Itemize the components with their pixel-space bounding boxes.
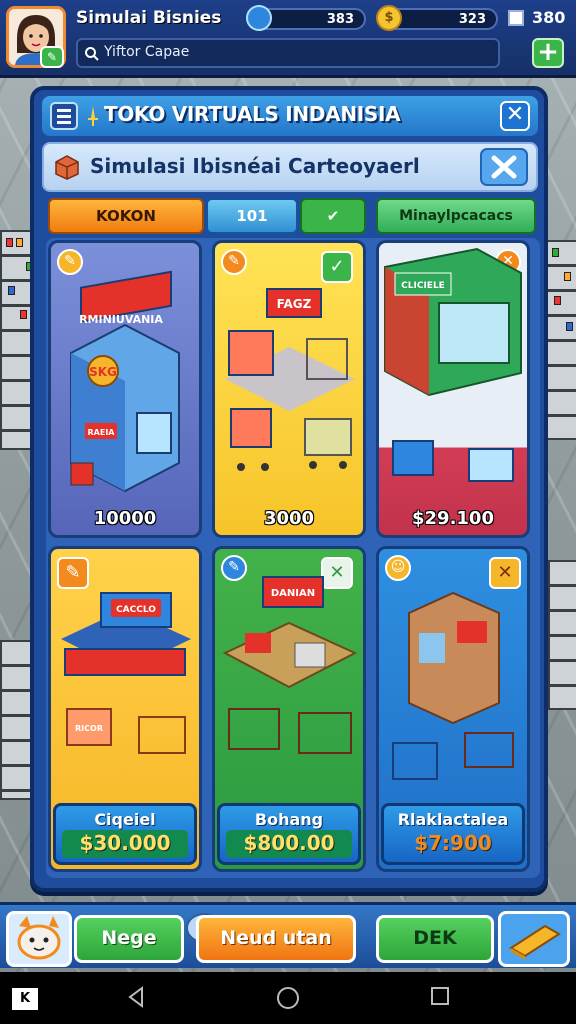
shop-counter-illustration: DANIAN [222,576,358,754]
shop-card-4[interactable]: ✎ CACCLO RICOR Ciqeiel $30.000 [48,546,202,872]
kiosk-illustration [392,591,514,780]
shop-card-2[interactable]: ✎ ✓ FAGZ 3000 [212,240,366,538]
system-nav-bar: K [0,972,576,1024]
shop-grid: ✎ RMINIUVANIA SKG RAEIA 10000 ✎ ✓ FAGZ 3… [46,238,540,878]
card-price: 3000 [263,508,315,529]
shop-card-5[interactable]: ✎ ✕ DANIAN Bohang $800.00 [212,546,366,872]
gem-icon [246,5,272,31]
card-label: Rlaklactalea [397,810,509,829]
box-icon [55,155,79,180]
card-label: Bohang [254,810,324,829]
cash-button[interactable] [498,911,570,967]
home-icon[interactable] [276,986,300,1010]
wrench-icon: ✔ [326,207,340,225]
coin-counter: 323 [386,8,498,30]
supermarket-sign-text: CLICIELE [401,281,445,291]
booth-sign-text: CACCLO [116,605,156,615]
app-logo-icon: K [12,988,38,1010]
add-button[interactable]: + [532,38,564,68]
mascot-button[interactable] [6,911,72,967]
market-booth-illustration: CACCLO RICOR [61,592,191,754]
panel-subtitle: Simulasi Ibisnéai Carteoyaerl [90,154,420,178]
card-price: $30.000 [62,830,188,858]
tools-button[interactable] [480,148,528,186]
subtitle-bar: Simulasi Ibisnéai Carteoyaerl [42,142,538,192]
shop-card-1[interactable]: ✎ RMINIUVANIA SKG RAEIA 10000 [48,240,202,538]
back-icon[interactable] [126,986,146,1008]
panel-title: TOKO VIRTUALS INDANISIA [104,102,401,126]
coin-count: 323 [458,12,486,27]
tab-101[interactable]: 101 [206,198,298,234]
tab-kokon[interactable]: KOKON [48,198,204,234]
tab-bar: KOKON 101 ✔ Minaylpcacacs [48,198,538,234]
tab-tools[interactable]: ✔ [300,198,366,234]
gem-count: 383 [326,12,354,27]
nege-button[interactable]: Nege [74,915,184,963]
store-shelf-right-lower [548,560,576,710]
store-badge-text: SKG [89,365,117,379]
bottom-bar: Nege Neud utan DEK [0,902,576,968]
close-button[interactable]: ✕ [500,101,530,131]
store-building-illustration: RMINIUVANIA SKG RAEIA [70,270,180,493]
neud-utan-button[interactable]: Neud utan [196,915,356,963]
avatar-level-badge: ✎ [40,46,64,68]
card-label: Ciqeiel [94,810,156,829]
search-bar[interactable]: Yiftor Capae [76,38,500,68]
app-title: Simulai Bisnies [76,8,222,28]
top-bar: ✎ Simulai Bisnies 383 323 $ 380 Yiftor C… [0,0,576,78]
gem-counter: 383 [256,8,366,30]
coin-icon: $ [376,5,402,31]
recents-icon[interactable] [430,986,450,1006]
dek-button[interactable]: DEK [376,915,494,963]
card-label-box: Bohang $800.00 [217,803,361,865]
shop-card-3[interactable]: ✕ CLICIELE $29.100 [376,240,530,538]
store-base-text: RAEIA [88,428,116,437]
search-text: Yiftor Capae [104,44,190,60]
supermarket-building-illustration: CLICIELE [384,247,522,482]
stat-count: 380 [532,8,566,27]
card-price: $29.100 [412,508,494,529]
counter-sign-text: DANIAN [271,588,315,599]
card-price: $7:900 [414,831,492,855]
card-price: $800.00 [226,830,352,858]
card-label-box: Ciqeiel $30.000 [53,803,197,865]
menu-icon[interactable] [50,102,78,130]
booth-base-text: RICOR [75,724,103,733]
shop-panel: TOKO VIRTUALS INDANISIA ✕ Simulasi Ibisn… [30,86,548,892]
sword-icon [88,106,98,126]
cart-stall-illustration: FAGZ [225,288,355,471]
shop-card-6[interactable]: ☺ ✕ Rlaklactalea $7:900 [376,546,530,872]
search-icon [85,47,99,61]
store-shelf-right [546,240,576,440]
stat-icon [508,10,524,26]
store-sign-text: RMINIUVANIA [79,313,163,326]
tab-minaylpcacacs[interactable]: Minaylpcacacs [376,198,536,234]
cash-stack-icon [509,924,561,960]
mascot-icon [17,916,61,960]
card-label-box: Rlaklactalea $7:900 [381,803,525,865]
card-price: 10000 [93,508,157,529]
panel-header: TOKO VIRTUALS INDANISIA ✕ [42,96,538,136]
tools-icon [491,155,517,179]
stall-sign-text: FAGZ [277,297,312,311]
